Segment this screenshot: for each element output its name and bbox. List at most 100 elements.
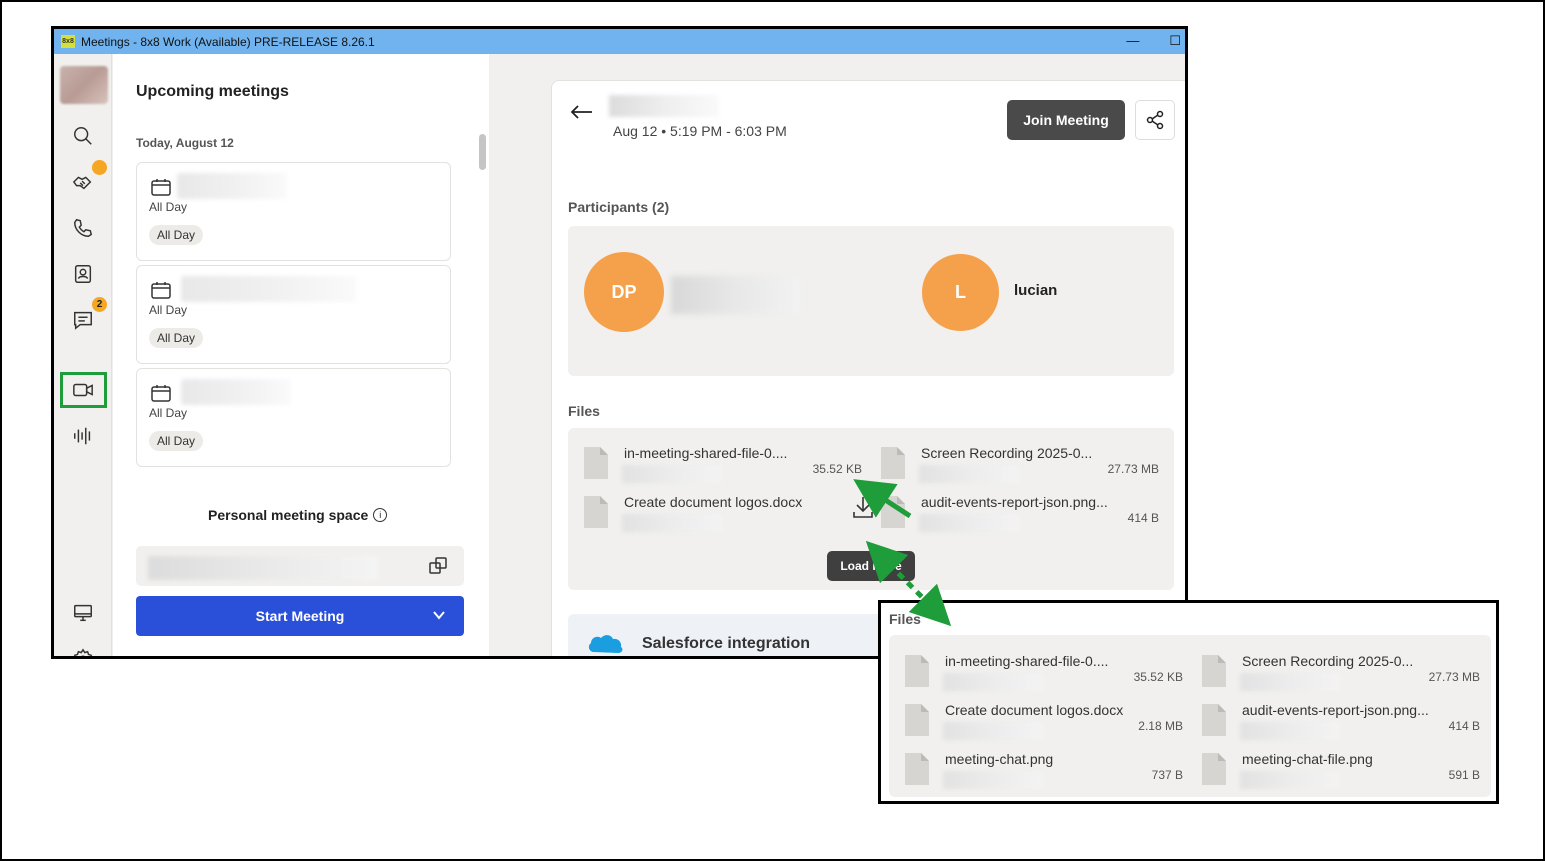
meeting-detail-panel: Aug 12 • 5:19 PM - 6:03 PM Join Meeting … (551, 80, 1185, 656)
file-icon (905, 753, 929, 785)
participant-avatar: DP (584, 252, 664, 332)
file-name: in-meeting-shared-file-0.... (624, 445, 788, 461)
monitor-icon[interactable] (71, 601, 95, 625)
file-name: Create document logos.docx (945, 702, 1124, 718)
app-logo: 8x8 (61, 35, 75, 48)
copy-icon[interactable] (428, 556, 448, 576)
file-name: Screen Recording 2025-0... (921, 445, 1093, 461)
file-icon (1202, 753, 1226, 785)
meeting-title-redacted (181, 276, 356, 302)
file-item[interactable]: meeting-chat-file.png 591 B (1202, 751, 1482, 795)
file-meta-redacted (943, 722, 1043, 740)
file-icon (584, 447, 608, 479)
video-meeting-icon[interactable] (71, 378, 95, 402)
meeting-pill: All Day (149, 225, 204, 245)
file-meta-redacted (919, 465, 1019, 483)
file-size: 414 B (1127, 511, 1159, 525)
calendar-icon (151, 178, 171, 196)
voice-waveform-icon[interactable] (71, 424, 95, 448)
participants-list: DP L lucian (568, 226, 1174, 376)
file-size: 27.73 MB (1428, 670, 1480, 684)
files-label: Files (889, 611, 921, 627)
calendar-icon (151, 281, 171, 299)
file-size: 414 B (1448, 719, 1480, 733)
file-icon (881, 496, 905, 528)
app-window: 8x8 Meetings - 8x8 Work (Available) PRE-… (51, 26, 1188, 659)
files-list: in-meeting-shared-file-0.... 35.52 KB Sc… (568, 428, 1174, 590)
participants-label: Participants (2) (568, 199, 670, 215)
file-name: Screen Recording 2025-0... (1242, 653, 1414, 669)
minimize-button[interactable]: — (1126, 33, 1139, 49)
pms-text: Personal meeting space (208, 507, 369, 523)
window-title: Meetings - 8x8 Work (Available) PRE-RELE… (81, 34, 375, 49)
meeting-time: All Day (149, 303, 188, 317)
meeting-time-range: Aug 12 • 5:19 PM - 6:03 PM (613, 123, 787, 139)
start-meeting-label: Start Meeting (255, 608, 345, 624)
chat-icon[interactable] (71, 308, 95, 332)
chevron-down-icon[interactable] (432, 608, 446, 622)
file-item[interactable]: meeting-chat.png 737 B (905, 751, 1185, 795)
file-size: 591 B (1448, 768, 1480, 782)
files-zoom-callout: Files in-meeting-shared-file-0.... 35.52… (878, 600, 1499, 804)
participant-avatar: L (922, 254, 999, 331)
file-size: 27.73 MB (1107, 462, 1159, 476)
start-meeting-button[interactable]: Start Meeting (136, 596, 464, 636)
file-item[interactable]: in-meeting-shared-file-0.... 35.52 KB (584, 445, 864, 489)
salesforce-label: Salesforce integration (642, 635, 811, 652)
list-heading: Upcoming meetings (136, 83, 289, 100)
file-item[interactable]: Screen Recording 2025-0... 27.73 MB (1202, 653, 1482, 697)
meeting-time: All Day (149, 406, 188, 420)
list-scrollbar[interactable] (479, 134, 486, 170)
share-button[interactable] (1135, 100, 1175, 140)
file-meta-redacted (622, 465, 722, 483)
file-size: 2.18 MB (1138, 719, 1183, 733)
file-item[interactable]: Screen Recording 2025-0... 27.73 MB (881, 445, 1161, 489)
title-bar: 8x8 Meetings - 8x8 Work (Available) PRE-… (54, 29, 1185, 54)
file-meta-redacted (622, 514, 722, 532)
load-more-button[interactable]: Load more (827, 551, 915, 581)
window-controls: — ☐ (1126, 33, 1181, 49)
user-avatar[interactable] (60, 66, 108, 104)
file-name: meeting-chat-file.png (1242, 751, 1373, 767)
meeting-card[interactable]: All Day All Day (136, 368, 451, 467)
file-item[interactable]: audit-events-report-json.png... 414 B (1202, 702, 1482, 746)
maximize-button[interactable]: ☐ (1169, 33, 1181, 49)
files-label: Files (568, 403, 600, 419)
file-item[interactable]: audit-events-report-json.png... 414 B (881, 494, 1161, 538)
meeting-title-redacted (177, 173, 287, 199)
join-meeting-button[interactable]: Join Meeting (1007, 100, 1125, 140)
handshake-icon[interactable] (71, 170, 95, 194)
file-name: audit-events-report-json.png... (921, 494, 1108, 510)
meeting-card[interactable]: All Day All Day (136, 162, 451, 261)
meetings-list-panel: Upcoming meetings Today, August 12 All D… (113, 54, 489, 656)
info-icon[interactable]: i (373, 508, 388, 522)
meeting-pill: All Day (149, 328, 204, 348)
file-meta-redacted (919, 514, 1019, 532)
salesforce-cloud-icon (586, 628, 626, 656)
participant-name-redacted (671, 276, 801, 314)
phone-icon[interactable] (71, 216, 95, 240)
search-icon[interactable] (71, 124, 95, 148)
file-item[interactable]: Create document logos.docx (584, 494, 864, 538)
share-icon (1146, 110, 1164, 130)
contacts-icon[interactable] (71, 262, 95, 286)
file-item[interactable]: in-meeting-shared-file-0.... 35.52 KB (905, 653, 1185, 697)
files-list-expanded: in-meeting-shared-file-0.... 35.52 KB Sc… (889, 635, 1491, 797)
file-icon (881, 447, 905, 479)
date-heading: Today, August 12 (136, 136, 234, 150)
file-meta-redacted (943, 673, 1043, 691)
file-size: 35.52 KB (1133, 670, 1183, 684)
chat-badge: 2 (92, 297, 107, 312)
meeting-link-redacted (148, 556, 378, 580)
file-meta-redacted (1240, 771, 1340, 789)
settings-gear-icon[interactable] (71, 647, 95, 656)
meeting-title-redacted (609, 95, 719, 117)
personal-meeting-link (136, 546, 464, 586)
file-item[interactable]: Create document logos.docx 2.18 MB (905, 702, 1185, 746)
file-size: 737 B (1151, 768, 1183, 782)
back-arrow-icon[interactable] (570, 104, 594, 120)
file-name: audit-events-report-json.png... (1242, 702, 1429, 718)
download-icon[interactable] (852, 495, 876, 521)
meeting-card[interactable]: All Day All Day (136, 265, 451, 364)
file-icon (1202, 655, 1226, 687)
